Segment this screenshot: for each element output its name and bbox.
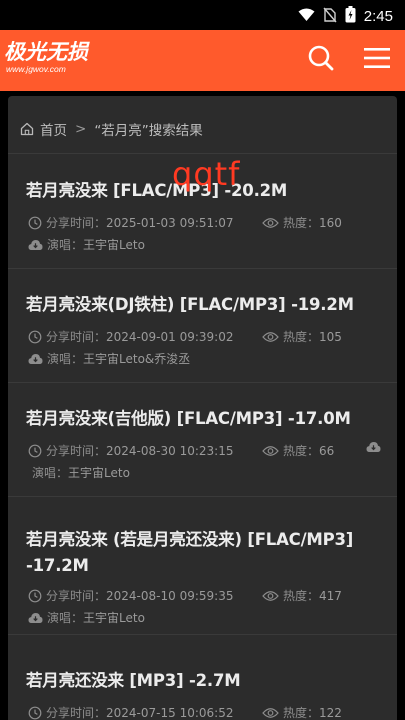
result-item[interactable]: 若月亮没来 (若是月亮还没来) [FLAC/MP3] -17.2M 分享时间： … [8, 497, 397, 633]
status-bar: 2:45 [0, 0, 405, 30]
heat-value: 66 [319, 443, 335, 458]
singer-label: 演唱： [47, 611, 84, 625]
result-heat: 热度： 105 [262, 328, 342, 345]
heat-label: 热度： [283, 444, 320, 458]
result-item[interactable]: 若月亮没来(吉他版) [FLAC/MP3] -17.0M 分享时间： 2024-… [8, 383, 397, 495]
clock-icon [28, 589, 42, 603]
singer-label: 演唱： [47, 238, 84, 252]
cloud-download-icon[interactable] [366, 441, 381, 453]
heat-value: 122 [319, 705, 342, 720]
eye-icon [262, 331, 279, 343]
watermark-text: qqtf [172, 155, 241, 193]
share-time-label: 分享时间： [46, 216, 107, 230]
share-time-value: 2025-01-03 09:51:07 [106, 215, 234, 230]
breadcrumb-current: “若月亮”搜索结果 [94, 123, 203, 139]
result-item[interactable]: 若月亮还没来 [MP3] -2.7M 分享时间： 2024-07-15 10:0… [8, 635, 397, 720]
result-heat: 热度： 160 [262, 214, 342, 231]
result-singer: 演唱： 王宇宙Leto [28, 236, 145, 253]
share-time-value: 2024-09-01 09:39:02 [106, 329, 234, 344]
clock-icon [28, 706, 42, 720]
result-share-time: 分享时间： 2024-08-30 10:23:15 [28, 442, 233, 459]
share-time-label: 分享时间： [46, 706, 107, 720]
share-time-value: 2024-08-10 09:59:35 [106, 588, 234, 603]
logo-title: 极光无损 [4, 40, 88, 64]
result-singer: 演唱： 王宇宙Leto [28, 609, 145, 626]
result-title[interactable]: 若月亮没来(吉他版) [FLAC/MP3] -17.0M [26, 406, 376, 432]
heat-label: 热度： [283, 706, 320, 720]
home-icon[interactable] [20, 122, 34, 136]
heat-value: 160 [319, 215, 342, 230]
result-share-time: 分享时间： 2024-07-15 10:06:52 [28, 704, 233, 720]
result-heat: 热度： 66 [262, 442, 334, 459]
cloud-download-icon [28, 353, 43, 365]
result-heat: 热度： 122 [262, 704, 342, 720]
result-title[interactable]: 若月亮还没来 [MP3] -2.7M [26, 668, 376, 694]
cloud-download-icon [28, 239, 43, 251]
battery-icon [345, 6, 356, 27]
singer-value: 王宇宙Leto&乔浚丞 [83, 352, 191, 366]
singer-value: 王宇宙Leto [68, 466, 130, 480]
share-time-label: 分享时间： [46, 330, 107, 344]
breadcrumb-separator: > [75, 121, 87, 137]
search-button[interactable] [306, 45, 336, 75]
eye-icon [262, 590, 279, 602]
status-time: 2:45 [363, 8, 393, 25]
eye-icon [262, 445, 279, 457]
result-item[interactable]: 若月亮没来(DJ铁柱) [FLAC/MP3] -19.2M 分享时间： 2024… [8, 269, 397, 381]
share-time-value: 2024-07-15 10:06:52 [106, 705, 234, 720]
cloud-download-icon [28, 612, 43, 624]
result-heat: 热度： 417 [262, 587, 342, 604]
singer-value: 王宇宙Leto [83, 238, 145, 252]
status-icons: 2:45 [298, 6, 393, 27]
result-share-time: 分享时间： 2024-09-01 09:39:02 [28, 328, 233, 345]
singer-value: 王宇宙Leto [83, 611, 145, 625]
result-share-time: 分享时间： 2024-08-10 09:59:35 [28, 587, 233, 604]
share-time-value: 2024-08-30 10:23:15 [106, 443, 234, 458]
heat-label: 热度： [283, 216, 320, 230]
site-logo[interactable]: 极光无损 www.jgwov.com [4, 40, 104, 80]
clock-icon [28, 216, 42, 230]
result-share-time: 分享时间： 2025-01-03 09:51:07 [28, 214, 233, 231]
search-icon [307, 44, 335, 76]
heat-value: 105 [319, 329, 342, 344]
result-title[interactable]: 若月亮没来 (若是月亮还没来) [FLAC/MP3] -17.2M [26, 527, 376, 579]
singer-label: 演唱： [47, 352, 84, 366]
heat-label: 热度： [283, 589, 320, 603]
result-title[interactable]: 若月亮没来(DJ铁柱) [FLAC/MP3] -19.2M [26, 292, 376, 318]
no-signal-icon [323, 7, 337, 27]
share-time-label: 分享时间： [46, 589, 107, 603]
hamburger-menu-icon [363, 46, 391, 74]
share-time-label: 分享时间： [46, 444, 107, 458]
breadcrumb-home-link[interactable]: 首页 [40, 119, 67, 139]
logo-url: www.jgwov.com [6, 64, 66, 74]
clock-icon [28, 444, 42, 458]
heat-label: 热度： [283, 330, 320, 344]
heat-value: 417 [319, 588, 342, 603]
singer-label: 演唱： [32, 466, 69, 480]
menu-button[interactable] [362, 45, 392, 75]
eye-icon [262, 217, 279, 229]
result-singer: 演唱： 王宇宙Leto [32, 464, 130, 481]
app-header: 极光无损 www.jgwov.com [0, 30, 405, 91]
wifi-icon [298, 7, 315, 26]
eye-icon [262, 707, 279, 719]
breadcrumb: 首页 > “若月亮”搜索结果 [20, 118, 203, 140]
clock-icon [28, 330, 42, 344]
result-singer: 演唱： 王宇宙Leto&乔浚丞 [28, 350, 190, 367]
